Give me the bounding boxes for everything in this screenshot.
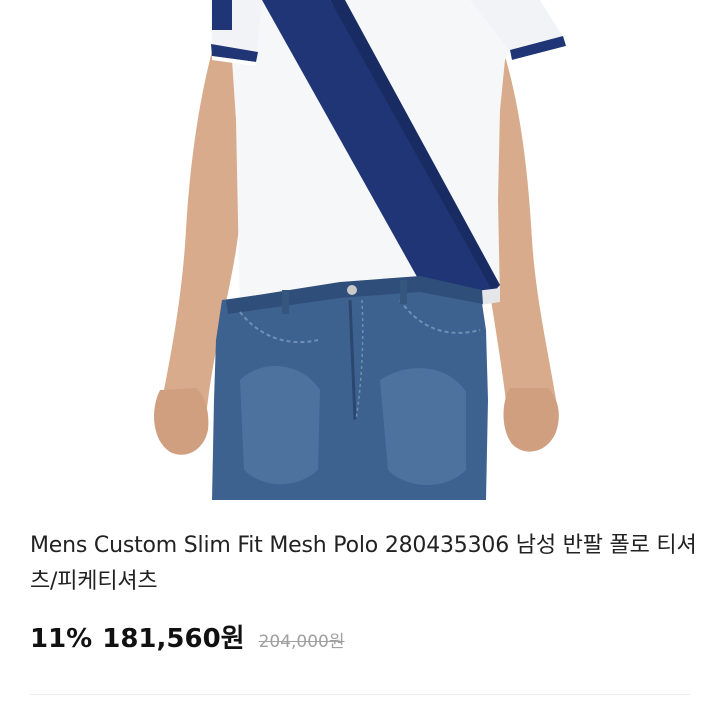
polo-model-illustration bbox=[0, 0, 722, 500]
discount-rate: 11% bbox=[30, 624, 93, 654]
product-card[interactable]: Mens Custom Slim Fit Mesh Polo 280435306… bbox=[0, 0, 722, 722]
sale-price: 181,560원 bbox=[102, 624, 245, 654]
product-title[interactable]: Mens Custom Slim Fit Mesh Polo 280435306… bbox=[30, 528, 700, 600]
product-photo[interactable] bbox=[0, 0, 722, 500]
price-row: 11% 181,560원 204,000원 bbox=[30, 618, 345, 658]
original-price: 204,000원 bbox=[258, 632, 345, 652]
jeans-button bbox=[347, 285, 357, 295]
divider bbox=[30, 694, 690, 695]
